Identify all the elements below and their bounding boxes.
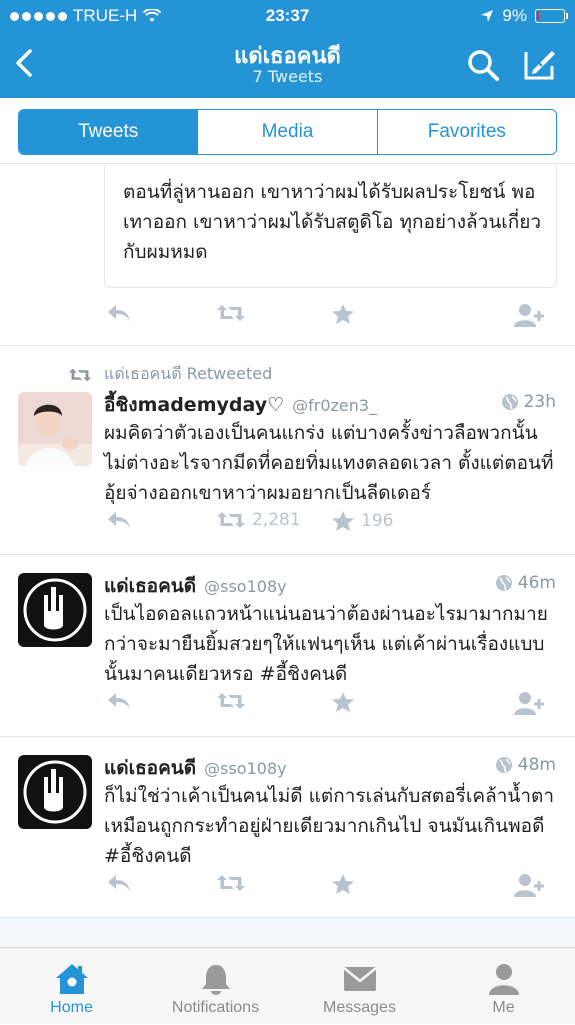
- follow-user-icon[interactable]: [514, 873, 546, 897]
- tab-label: Messages: [323, 999, 396, 1016]
- location-arrow-icon: [481, 10, 494, 22]
- retweeted-by: แด่เธอคนดี Retweeted: [68, 362, 272, 387]
- retweet-icon[interactable]: [216, 303, 246, 323]
- tab-label: Home: [50, 999, 93, 1016]
- tab-media[interactable]: Media: [197, 110, 376, 154]
- envelope-icon: [342, 967, 377, 991]
- reply-icon[interactable]: [106, 691, 132, 711]
- timestamp: 48m: [495, 755, 556, 775]
- retweet-button[interactable]: 2,281: [216, 510, 301, 530]
- favorite-button[interactable]: 196: [331, 510, 393, 532]
- globe-icon: [495, 757, 512, 773]
- bottom-tab-bar: Home Notifications Messages Me: [0, 947, 575, 1024]
- reply-icon[interactable]: [106, 303, 132, 323]
- tweet-text: ผมคิดว่าตัวเองเป็นคนแกร่ง แต่บางครั้งข่า…: [104, 422, 554, 504]
- username[interactable]: @sso108y: [204, 577, 286, 596]
- segmented-control: Tweets Media Favorites: [18, 109, 557, 155]
- battery-percent: 9%: [502, 6, 527, 25]
- retweet-small-icon: [68, 368, 92, 381]
- tweet-header: อี้ชิงmademyday♡ @fr0zen3_ 23h: [104, 390, 556, 416]
- avatar[interactable]: [18, 392, 92, 466]
- display-name[interactable]: แด่เธอคนดี: [104, 753, 196, 783]
- tweet-actions: [104, 303, 554, 333]
- tweet-text: เป็นไอดอลแถวหน้าแน่นอนว่าต้องผ่านอะไรมาม…: [104, 603, 548, 685]
- display-name[interactable]: อี้ชิงmademyday♡: [104, 390, 284, 420]
- username[interactable]: @fr0zen3_: [292, 396, 377, 415]
- display-name[interactable]: แด่เธอคนดี: [104, 571, 196, 601]
- timestamp: 23h: [501, 392, 556, 412]
- favorite-count: 196: [361, 511, 394, 531]
- status-bar: TRUE-H 23:37 9%: [0, 0, 575, 32]
- timestamp: 46m: [495, 573, 556, 593]
- retweet-icon[interactable]: [216, 873, 246, 893]
- avatar[interactable]: [18, 573, 92, 647]
- bell-icon: [201, 965, 230, 995]
- tab-label: Notifications: [171, 999, 260, 1016]
- favorite-star-icon[interactable]: [331, 303, 355, 325]
- compose-icon[interactable]: [522, 46, 558, 82]
- reply-icon[interactable]: [106, 510, 132, 530]
- tweet-text: ก็ไม่ใช่ว่าเค้าเป็นคนไม่ดี แต่การเล่นกับ…: [104, 785, 555, 867]
- globe-icon: [495, 575, 512, 591]
- tab-tweets[interactable]: Tweets: [19, 110, 198, 154]
- avatar[interactable]: [18, 755, 92, 829]
- reply-icon[interactable]: [106, 873, 132, 893]
- retweeted-by-label: แด่เธอคนดี Retweeted: [104, 364, 273, 383]
- tab-home[interactable]: Home: [0, 948, 143, 1025]
- tweet-header: แด่เธอคนดี @sso108y 46m: [104, 571, 556, 597]
- tweet-item[interactable]: แด่เธอคนดี @sso108y 48m ก็ไม่ใช่ว่าเค้าเ…: [0, 737, 575, 917]
- home-icon: [55, 964, 88, 994]
- follow-user-icon[interactable]: [514, 691, 546, 715]
- tab-messages[interactable]: Messages: [288, 948, 431, 1025]
- feed-footer: [0, 918, 575, 947]
- retweet-count: 2,281: [252, 510, 301, 530]
- tweet-item[interactable]: แด่เธอคนดี Retweeted อี้ชิงmademyday♡ @f…: [0, 346, 575, 554]
- follow-user-icon[interactable]: [514, 303, 546, 327]
- globe-icon: [501, 394, 518, 410]
- quoted-tweet-text: ตอนที่ลู่หานออก เขาหาว่าผมได้รับผลประโยช…: [123, 181, 542, 263]
- segment-bar: Tweets Media Favorites: [0, 98, 575, 164]
- person-icon: [488, 964, 519, 995]
- battery-icon: [535, 9, 568, 23]
- favorite-star-icon[interactable]: [331, 873, 355, 895]
- tweet-actions: [104, 873, 554, 903]
- quoted-tweet-card[interactable]: ตอนที่ลู่หานออก เขาหาว่าผมได้รับผลประโยช…: [104, 165, 557, 288]
- tweet-actions: 2,281 196: [104, 510, 554, 540]
- tab-label: Me: [492, 999, 515, 1016]
- navigation-header: TRUE-H 23:37 9% แด่เธอคนดี 7 Tweets: [0, 0, 575, 98]
- tweet-item[interactable]: แด่เธอคนดี @sso108y 46m เป็นไอดอลแถวหน้า…: [0, 555, 575, 736]
- tab-favorites[interactable]: Favorites: [376, 110, 556, 154]
- retweet-icon: [217, 512, 245, 528]
- favorite-star-icon[interactable]: [331, 691, 355, 713]
- tweet-actions: [104, 691, 554, 721]
- favorite-star-icon: [332, 511, 354, 531]
- retweet-icon[interactable]: [216, 691, 246, 711]
- username[interactable]: @sso108y: [204, 759, 286, 778]
- tab-notifications[interactable]: Notifications: [144, 948, 287, 1025]
- tweet-header: แด่เธอคนดี @sso108y 48m: [104, 753, 556, 779]
- search-icon[interactable]: [466, 48, 500, 82]
- tweet-feed[interactable]: ตอนที่ลู่หานออก เขาหาว่าผมได้รับผลประโยช…: [0, 165, 575, 947]
- tab-me[interactable]: Me: [432, 948, 575, 1025]
